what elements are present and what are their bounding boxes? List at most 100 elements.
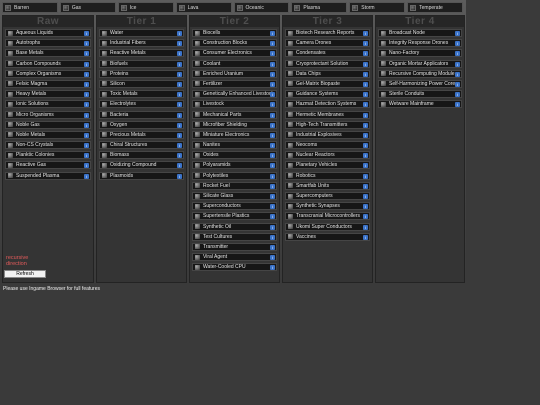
- info-icon[interactable]: i: [270, 183, 275, 189]
- commodity-item[interactable]: Integrity Response Drones i: [378, 39, 462, 48]
- commodity-item[interactable]: Broadcast Node i: [378, 29, 462, 37]
- commodity-item[interactable]: Neocoms i: [285, 141, 370, 150]
- info-icon[interactable]: i: [363, 112, 368, 118]
- info-icon[interactable]: i: [363, 122, 368, 128]
- commodity-item[interactable]: Smartfab Units i: [285, 181, 370, 190]
- commodity-item[interactable]: Felsic Magma i: [5, 79, 91, 88]
- info-icon[interactable]: i: [363, 194, 368, 199]
- commodity-item[interactable]: Polytextiles i: [192, 171, 277, 180]
- info-icon[interactable]: i: [363, 51, 368, 57]
- info-icon[interactable]: i: [363, 92, 368, 98]
- info-icon[interactable]: i: [455, 92, 460, 98]
- info-icon[interactable]: i: [177, 31, 182, 36]
- commodity-item[interactable]: Recursive Computing Module i: [378, 69, 462, 78]
- commodity-item[interactable]: Cryoprotectant Solution i: [285, 59, 370, 68]
- commodity-item[interactable]: Supercomputers i: [285, 192, 370, 200]
- info-icon[interactable]: i: [363, 143, 368, 149]
- commodity-item[interactable]: Bacteria i: [99, 110, 184, 119]
- info-icon[interactable]: i: [84, 71, 89, 77]
- commodity-item[interactable]: Synthetic Oil i: [192, 222, 277, 231]
- info-icon[interactable]: i: [84, 31, 89, 36]
- commodity-item[interactable]: Reactive Gas i: [5, 161, 91, 170]
- info-icon[interactable]: i: [177, 163, 182, 169]
- info-icon[interactable]: i: [363, 224, 368, 230]
- commodity-item[interactable]: Wetware Mainframe i: [378, 100, 462, 109]
- info-icon[interactable]: i: [270, 31, 275, 36]
- info-icon[interactable]: i: [270, 194, 275, 199]
- info-icon[interactable]: i: [270, 265, 275, 271]
- commodity-item[interactable]: Guidance Systems i: [285, 90, 370, 99]
- commodity-item[interactable]: Viral Agent i: [192, 253, 277, 262]
- commodity-item[interactable]: Hermetic Membranes i: [285, 110, 370, 119]
- commodity-item[interactable]: Base Metals i: [5, 49, 91, 58]
- commodity-item[interactable]: Consumer Electronics i: [192, 49, 277, 58]
- info-icon[interactable]: i: [177, 71, 182, 77]
- info-icon[interactable]: i: [270, 112, 275, 118]
- commodity-item[interactable]: Non-CS Crystals i: [5, 141, 91, 150]
- info-icon[interactable]: i: [363, 81, 368, 87]
- commodity-item[interactable]: Oxides i: [192, 151, 277, 160]
- info-icon[interactable]: i: [270, 244, 275, 250]
- info-icon[interactable]: i: [177, 81, 182, 87]
- refresh-button[interactable]: Refresh: [4, 270, 46, 278]
- info-icon[interactable]: i: [363, 183, 368, 189]
- info-icon[interactable]: i: [84, 61, 89, 67]
- commodity-item[interactable]: Fertilizer i: [192, 79, 277, 88]
- info-icon[interactable]: i: [270, 71, 275, 77]
- info-icon[interactable]: i: [363, 234, 368, 240]
- planet-tab-plasma[interactable]: Plasma: [291, 2, 348, 13]
- commodity-item[interactable]: Autotrophs i: [5, 39, 91, 48]
- info-icon[interactable]: i: [270, 224, 275, 230]
- commodity-item[interactable]: Sterile Conduits i: [378, 90, 462, 99]
- commodity-item[interactable]: Silicate Glass i: [192, 192, 277, 200]
- info-icon[interactable]: i: [455, 81, 460, 87]
- info-icon[interactable]: i: [455, 31, 460, 36]
- info-icon[interactable]: i: [177, 61, 182, 67]
- planet-tab-lava[interactable]: Lava: [175, 2, 232, 13]
- info-icon[interactable]: i: [177, 173, 182, 179]
- commodity-item[interactable]: Noble Metals i: [5, 130, 91, 139]
- info-icon[interactable]: i: [270, 41, 275, 47]
- commodity-item[interactable]: Synthetic Synapses i: [285, 202, 370, 211]
- info-icon[interactable]: i: [177, 112, 182, 118]
- info-icon[interactable]: i: [270, 153, 275, 159]
- commodity-item[interactable]: Camera Drones i: [285, 39, 370, 48]
- info-icon[interactable]: i: [84, 81, 89, 87]
- info-icon[interactable]: i: [84, 143, 89, 149]
- commodity-item[interactable]: Nano-Factory i: [378, 49, 462, 58]
- commodity-item[interactable]: Polyaramids i: [192, 161, 277, 170]
- planet-tab-barren[interactable]: Barren: [2, 2, 58, 13]
- commodity-item[interactable]: Genetically Enhanced Livestock i: [192, 90, 277, 99]
- info-icon[interactable]: i: [455, 102, 460, 108]
- info-icon[interactable]: i: [84, 51, 89, 57]
- commodity-item[interactable]: Complex Organisms i: [5, 69, 91, 78]
- commodity-item[interactable]: Reactive Metals i: [99, 49, 184, 58]
- commodity-item[interactable]: Water i: [99, 29, 184, 37]
- commodity-item[interactable]: Industrial Fibers i: [99, 39, 184, 48]
- planet-tab-storm[interactable]: Storm: [349, 2, 406, 13]
- info-icon[interactable]: i: [363, 173, 368, 179]
- info-icon[interactable]: i: [270, 132, 275, 138]
- info-icon[interactable]: i: [270, 51, 275, 57]
- info-icon[interactable]: i: [177, 143, 182, 149]
- info-icon[interactable]: i: [84, 173, 89, 179]
- info-icon[interactable]: i: [270, 122, 275, 128]
- info-icon[interactable]: i: [270, 102, 275, 108]
- info-icon[interactable]: i: [363, 61, 368, 67]
- info-icon[interactable]: i: [270, 163, 275, 169]
- info-icon[interactable]: i: [177, 92, 182, 98]
- commodity-item[interactable]: Coolant i: [192, 59, 277, 68]
- info-icon[interactable]: i: [270, 92, 275, 98]
- info-icon[interactable]: i: [177, 122, 182, 128]
- commodity-item[interactable]: Micro Organisms i: [5, 110, 91, 119]
- info-icon[interactable]: i: [363, 163, 368, 169]
- info-icon[interactable]: i: [84, 41, 89, 47]
- info-icon[interactable]: i: [363, 41, 368, 47]
- commodity-item[interactable]: Heavy Metals i: [5, 90, 91, 99]
- commodity-item[interactable]: Organic Mortar Applicators i: [378, 59, 462, 68]
- commodity-item[interactable]: Ionic Solutions i: [5, 100, 91, 109]
- commodity-item[interactable]: Superconductors i: [192, 202, 277, 211]
- commodity-item[interactable]: Planetary Vehicles i: [285, 161, 370, 170]
- info-icon[interactable]: i: [270, 61, 275, 67]
- commodity-item[interactable]: Biomass i: [99, 151, 184, 160]
